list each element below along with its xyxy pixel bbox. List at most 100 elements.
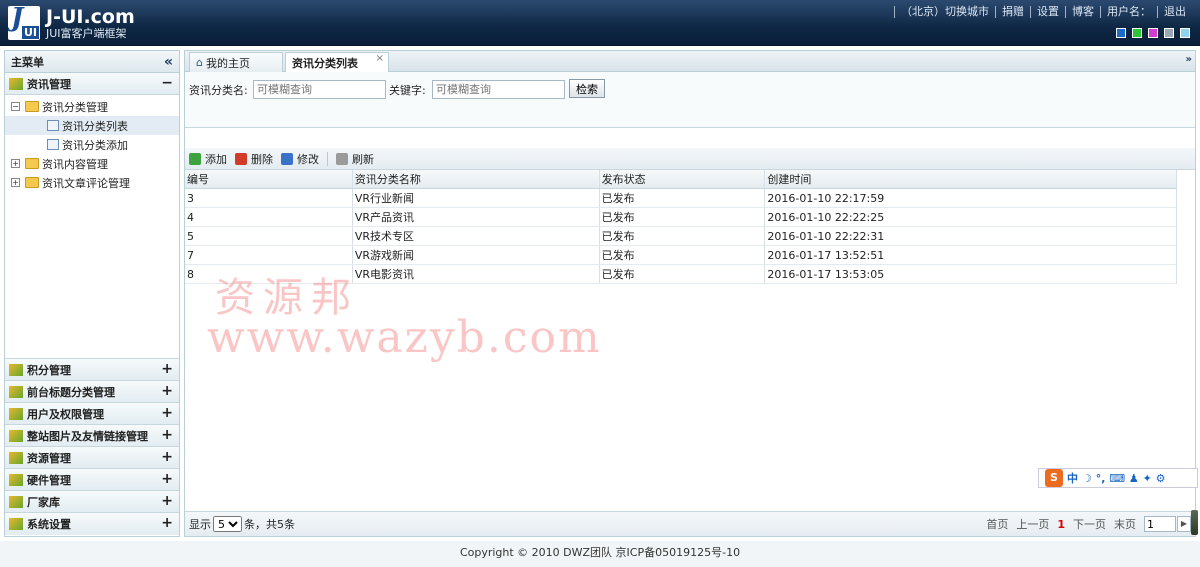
expand-icon[interactable]: + xyxy=(161,384,173,398)
add-button[interactable]: 添加 xyxy=(189,151,227,167)
accordion-hardware-management[interactable]: 硬件管理 + xyxy=(5,469,179,491)
tree-item-label: 资讯文章评论管理 xyxy=(42,176,130,190)
ime-tool-icons[interactable]: ☽ °, ⌨ ♟ ✦ ⚙ xyxy=(1082,472,1166,485)
collapse-icon[interactable]: − xyxy=(161,76,173,90)
cell-status: 已发布 xyxy=(600,265,766,283)
tree-expand-icon[interactable]: + xyxy=(11,178,20,187)
column-header-id[interactable]: 编号 xyxy=(185,170,353,188)
tree-item-category-list[interactable]: 资讯分类列表 xyxy=(5,116,179,135)
category-name-input[interactable] xyxy=(253,80,386,99)
cell-id: 5 xyxy=(185,227,353,245)
search-button[interactable]: 检索 xyxy=(569,79,605,98)
cell-status: 已发布 xyxy=(600,189,766,207)
table-row[interactable]: 7 VR游戏新闻 已发布 2016-01-17 13:52:51 xyxy=(185,246,1177,265)
collapse-sidebar-icon[interactable]: « xyxy=(164,54,173,70)
column-header-category-name[interactable]: 资讯分类名称 xyxy=(353,170,600,188)
footer-copyright: Copyright © 2010 DWZ团队 京ICP备05019125号-10 xyxy=(0,541,1200,567)
theme-azure[interactable] xyxy=(1180,28,1190,38)
ime-mode-toggle[interactable]: 中 xyxy=(1067,470,1078,486)
theme-silver[interactable] xyxy=(1164,28,1174,38)
table-row[interactable]: 4 VR产品资讯 已发布 2016-01-10 22:22:25 xyxy=(185,208,1177,227)
tree-collapse-icon[interactable]: − xyxy=(11,102,20,111)
edit-button[interactable]: 修改 xyxy=(281,151,319,167)
menu-tree: − 资讯分类管理 资讯分类列表 资讯分类添加 + 资讯内容管理 + 资讯文章评论… xyxy=(5,95,179,359)
keyword-label: 关键字: xyxy=(389,84,426,97)
side-widget-handle[interactable] xyxy=(1191,510,1198,535)
logo-ui-badge: UI xyxy=(21,26,39,39)
first-page-link[interactable]: 首页 xyxy=(986,516,1008,532)
tab-home[interactable]: ⌂ 我的主页 xyxy=(189,52,283,72)
next-page-link[interactable]: 下一页 xyxy=(1073,516,1106,532)
cell-category-name: VR行业新闻 xyxy=(353,189,600,207)
accordion-points-management[interactable]: 积分管理 + xyxy=(5,359,179,381)
toolbar-divider xyxy=(327,151,328,166)
accordion-system-settings[interactable]: 系统设置 + xyxy=(5,513,179,535)
keyword-input[interactable] xyxy=(432,80,565,99)
ime-logo-icon[interactable]: S xyxy=(1045,469,1063,487)
tab-list-icon[interactable]: » xyxy=(1186,54,1192,65)
accordion-label: 系统设置 xyxy=(27,518,71,531)
accordion-label: 资源管理 xyxy=(27,451,71,465)
column-header-status[interactable]: 发布状态 xyxy=(600,170,766,188)
nav-blog[interactable]: 博客 xyxy=(1065,6,1100,18)
add-icon xyxy=(189,152,201,165)
prev-page-link[interactable]: 上一页 xyxy=(1016,516,1049,532)
cell-status: 已发布 xyxy=(600,246,766,264)
logo[interactable]: J UI J-UI.com JUI富客户端框架 xyxy=(8,4,135,42)
sidebar: 主菜单 « 资讯管理 − − 资讯分类管理 资讯分类列表 资讯分类添加 + 资讯… xyxy=(4,50,180,537)
delete-button[interactable]: 删除 xyxy=(235,151,273,167)
tree-item-comment-management[interactable]: + 资讯文章评论管理 xyxy=(5,173,179,192)
accordion-image-link-management[interactable]: 整站图片及友情链接管理 + xyxy=(5,425,179,447)
column-header-created-time[interactable]: 创建时间 xyxy=(765,170,1177,188)
tree-item-category-add[interactable]: 资讯分类添加 xyxy=(5,135,179,154)
tree-item-label: 资讯分类管理 xyxy=(42,100,108,114)
table-row[interactable]: 3 VR行业新闻 已发布 2016-01-10 22:17:59 xyxy=(185,189,1177,208)
expand-icon[interactable]: + xyxy=(161,362,173,376)
nav-settings[interactable]: 设置 xyxy=(1030,6,1065,18)
expand-icon[interactable]: + xyxy=(161,494,173,508)
expand-icon[interactable]: + xyxy=(161,450,173,464)
expand-icon[interactable]: + xyxy=(161,428,173,442)
section-icon xyxy=(9,518,23,530)
watermark-url: www.wazyb.com xyxy=(207,312,602,363)
goto-page-input[interactable] xyxy=(1144,516,1176,532)
theme-switcher xyxy=(1116,28,1190,38)
edit-icon xyxy=(281,152,293,165)
theme-blue[interactable] xyxy=(1116,28,1126,38)
tree-item-category-management[interactable]: − 资讯分类管理 xyxy=(5,97,179,116)
logo-title: J-UI.com xyxy=(46,5,135,28)
go-arrow-icon[interactable]: ▶ xyxy=(1177,516,1191,532)
logo-mark: J UI xyxy=(8,6,40,40)
table-row[interactable]: 5 VR技术专区 已发布 2016-01-10 22:22:31 xyxy=(185,227,1177,246)
close-tab-icon[interactable]: × xyxy=(376,53,384,64)
accordion-label: 厂家库 xyxy=(27,495,60,509)
header: J UI J-UI.com JUI富客户端框架 （北京）切换城市 捐赠 设置 博… xyxy=(0,0,1200,46)
accordion-user-permission-management[interactable]: 用户及权限管理 + xyxy=(5,403,179,425)
accordion-resource-management[interactable]: 资源管理 + xyxy=(5,447,179,469)
expand-icon[interactable]: + xyxy=(161,406,173,420)
tab-bar: ⌂ 我的主页 资讯分类列表 × » xyxy=(185,51,1195,73)
section-icon xyxy=(9,363,23,376)
expand-icon[interactable]: + xyxy=(161,472,173,486)
accordion-title-category-management[interactable]: 前台标题分类管理 + xyxy=(5,381,179,403)
page-size-select[interactable]: 5 xyxy=(213,516,242,532)
nav-logout[interactable]: 退出 xyxy=(1157,6,1192,18)
accordion-manufacturer-library[interactable]: 厂家库 + xyxy=(5,491,179,513)
page-size-label: 显示 xyxy=(189,518,211,531)
last-page-link[interactable]: 末页 xyxy=(1114,516,1136,532)
nav-switch-city[interactable]: （北京）切换城市 xyxy=(894,6,995,18)
theme-purple[interactable] xyxy=(1148,28,1158,38)
tree-item-content-management[interactable]: + 资讯内容管理 xyxy=(5,154,179,173)
page-icon xyxy=(47,120,59,131)
refresh-button[interactable]: 刷新 xyxy=(336,151,374,167)
expand-icon[interactable]: + xyxy=(161,516,173,530)
accordion-news-management[interactable]: 资讯管理 − xyxy=(5,73,179,95)
cell-created-time: 2016-01-10 22:17:59 xyxy=(765,189,1177,207)
nav-donate[interactable]: 捐赠 xyxy=(995,6,1030,18)
section-icon xyxy=(9,407,23,420)
tab-category-list[interactable]: 资讯分类列表 × xyxy=(285,52,389,73)
tree-expand-icon[interactable]: + xyxy=(11,159,20,168)
pager-controls: 首页 上一页 1 下一页 末页 ▶ xyxy=(978,516,1191,532)
theme-green[interactable] xyxy=(1132,28,1142,38)
tab-label: 我的主页 xyxy=(205,56,250,70)
